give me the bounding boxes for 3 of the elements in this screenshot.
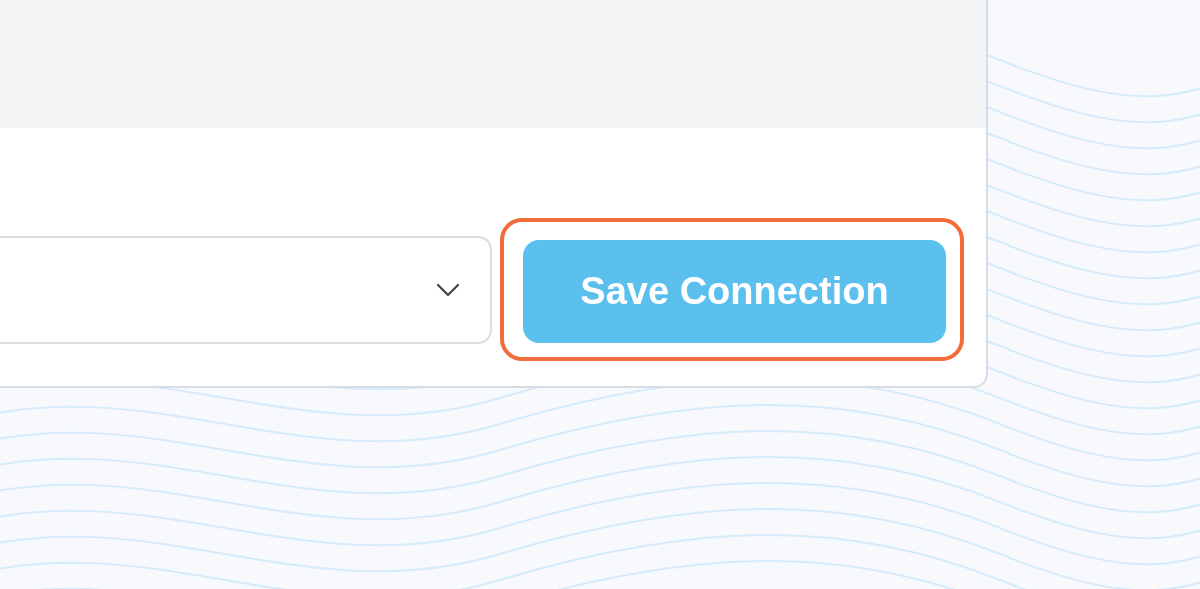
chevron-icon <box>436 282 460 297</box>
dropdown-field[interactable] <box>0 235 492 344</box>
save-connection-button[interactable]: Save Connection <box>523 240 946 343</box>
